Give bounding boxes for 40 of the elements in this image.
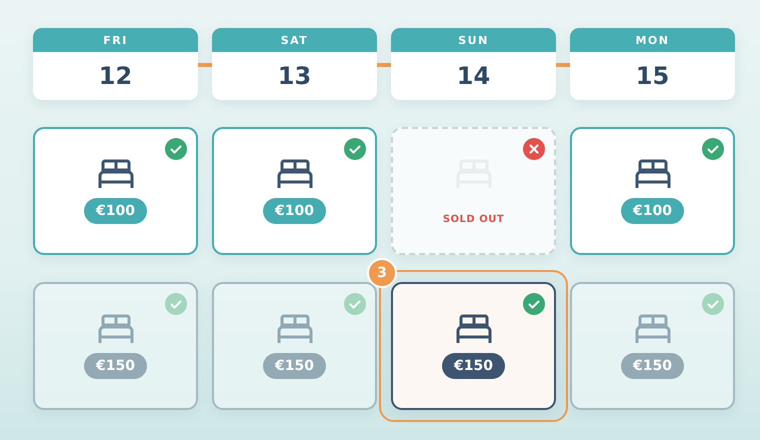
check-icon xyxy=(344,293,366,315)
bed-icon xyxy=(96,314,134,344)
check-icon xyxy=(165,138,187,160)
day-label: SAT xyxy=(212,28,377,52)
room-card[interactable]: €150 xyxy=(33,282,198,410)
day-label: MON xyxy=(570,28,735,52)
check-icon xyxy=(523,293,545,315)
price-tag: €150 xyxy=(263,353,326,379)
count-badge: 3 xyxy=(367,258,397,288)
bed-icon xyxy=(276,159,314,189)
date-number: 15 xyxy=(634,61,670,92)
room-card[interactable]: €150 xyxy=(391,282,556,410)
check-icon xyxy=(165,293,187,315)
price-tag: €150 xyxy=(621,353,684,379)
day-label: FRI xyxy=(33,28,198,52)
check-icon xyxy=(344,138,366,160)
bed-icon xyxy=(634,314,672,344)
room-card[interactable]: €150 xyxy=(570,282,735,410)
room-card[interactable]: €100 xyxy=(212,127,377,255)
check-icon xyxy=(702,138,724,160)
check-icon xyxy=(702,293,724,315)
date-number: 14 xyxy=(456,61,492,92)
room-card[interactable]: €100 xyxy=(33,127,198,255)
date-number: 12 xyxy=(98,61,134,92)
sold-out-label: SOLD OUT xyxy=(442,214,504,225)
date-number: 13 xyxy=(276,61,312,92)
cross-icon xyxy=(523,138,545,160)
price-tag: €100 xyxy=(621,198,684,224)
room-card[interactable]: €150 xyxy=(212,282,377,410)
room-card[interactable]: SOLD OUT xyxy=(391,127,556,255)
price-tag: €150 xyxy=(84,353,147,379)
price-tag: €100 xyxy=(263,198,326,224)
price-tag: €150 xyxy=(442,353,505,379)
bed-icon xyxy=(634,159,672,189)
bed-icon xyxy=(96,159,134,189)
bed-icon xyxy=(454,314,492,344)
room-card[interactable]: €100 xyxy=(570,127,735,255)
price-tag: €100 xyxy=(84,198,147,224)
bed-icon xyxy=(276,314,314,344)
day-label: SUN xyxy=(391,28,556,52)
